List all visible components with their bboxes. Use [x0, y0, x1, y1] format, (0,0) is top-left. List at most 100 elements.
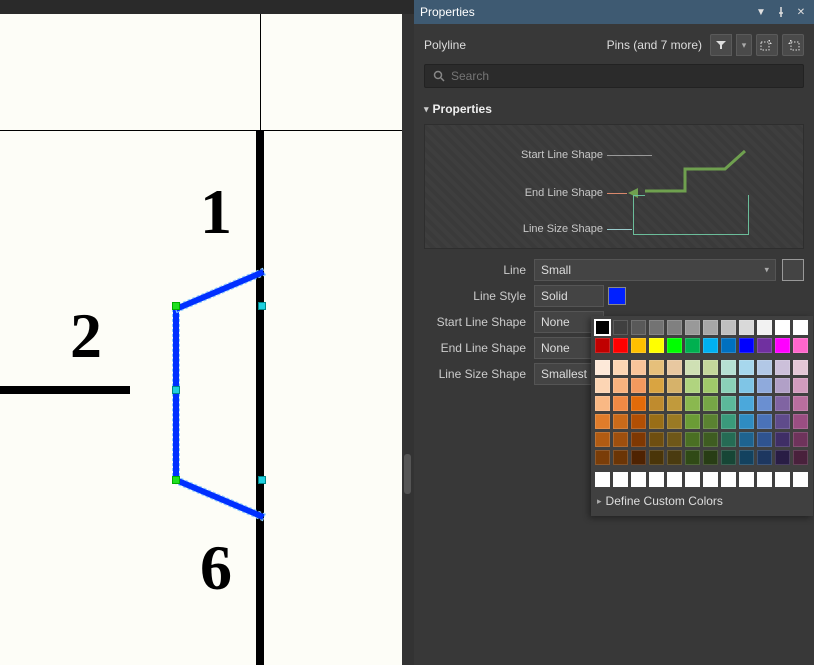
color-cell[interactable] — [793, 338, 808, 353]
canvas-scrollbar[interactable] — [402, 14, 414, 665]
filter-dropdown[interactable]: ▾ — [736, 34, 752, 56]
color-cell[interactable] — [667, 320, 682, 335]
color-cell[interactable] — [793, 378, 808, 393]
color-cell[interactable] — [649, 414, 664, 429]
color-cell[interactable] — [631, 320, 646, 335]
color-cell[interactable] — [775, 472, 790, 487]
color-cell[interactable] — [703, 472, 718, 487]
selected-polyline-diag-top[interactable] — [175, 269, 265, 312]
color-cell[interactable] — [721, 472, 736, 487]
color-cell[interactable] — [613, 414, 628, 429]
midpoint-handle[interactable] — [172, 386, 180, 394]
color-cell[interactable] — [703, 338, 718, 353]
color-cell[interactable] — [793, 320, 808, 335]
color-cell[interactable] — [739, 320, 754, 335]
color-cell[interactable] — [775, 432, 790, 447]
color-cell[interactable] — [793, 414, 808, 429]
color-cell[interactable] — [685, 414, 700, 429]
color-cell[interactable] — [793, 396, 808, 411]
color-cell[interactable] — [775, 360, 790, 375]
color-cell[interactable] — [793, 432, 808, 447]
panel-dropdown-icon[interactable]: ▼ — [754, 5, 768, 19]
color-cell[interactable] — [595, 338, 610, 353]
color-cell[interactable] — [721, 378, 736, 393]
color-cell[interactable] — [721, 414, 736, 429]
color-cell[interactable] — [649, 450, 664, 465]
color-cell[interactable] — [685, 338, 700, 353]
color-cell[interactable] — [721, 360, 736, 375]
selected-polyline-diag-bot[interactable] — [175, 477, 265, 520]
color-cell[interactable] — [667, 414, 682, 429]
color-cell[interactable] — [739, 450, 754, 465]
color-cell[interactable] — [667, 360, 682, 375]
color-cell[interactable] — [739, 432, 754, 447]
color-cell[interactable] — [775, 396, 790, 411]
color-cell[interactable] — [775, 450, 790, 465]
color-cell[interactable] — [757, 450, 772, 465]
select-mode-button-2[interactable] — [782, 34, 804, 56]
color-cell[interactable] — [775, 320, 790, 335]
color-cell[interactable] — [739, 360, 754, 375]
color-cell[interactable] — [613, 338, 628, 353]
color-cell[interactable] — [649, 472, 664, 487]
color-cell[interactable] — [631, 432, 646, 447]
color-cell[interactable] — [631, 472, 646, 487]
color-cell[interactable] — [721, 320, 736, 335]
vertex-handle[interactable] — [172, 302, 180, 310]
line-color-swatch[interactable] — [782, 259, 804, 281]
color-cell[interactable] — [793, 360, 808, 375]
color-cell[interactable] — [757, 338, 772, 353]
color-cell[interactable] — [667, 378, 682, 393]
vertex-handle[interactable] — [172, 476, 180, 484]
color-cell[interactable] — [613, 450, 628, 465]
color-cell[interactable] — [739, 472, 754, 487]
color-cell[interactable] — [649, 378, 664, 393]
color-cell[interactable] — [613, 360, 628, 375]
canvas[interactable]: 1 2 6 — [0, 0, 414, 665]
color-cell[interactable] — [721, 338, 736, 353]
color-cell[interactable] — [685, 396, 700, 411]
color-cell[interactable] — [775, 338, 790, 353]
color-cell[interactable] — [613, 378, 628, 393]
color-cell[interactable] — [685, 360, 700, 375]
color-cell[interactable] — [613, 472, 628, 487]
color-cell[interactable] — [757, 472, 772, 487]
color-cell[interactable] — [739, 338, 754, 353]
color-cell[interactable] — [703, 414, 718, 429]
color-cell[interactable] — [685, 450, 700, 465]
color-cell[interactable] — [739, 378, 754, 393]
color-cell[interactable] — [631, 414, 646, 429]
color-cell[interactable] — [595, 414, 610, 429]
color-cell[interactable] — [775, 414, 790, 429]
panel-titlebar[interactable]: Properties ▼ ✕ — [414, 0, 814, 24]
color-cell[interactable] — [739, 414, 754, 429]
color-cell[interactable] — [667, 396, 682, 411]
color-cell[interactable] — [703, 396, 718, 411]
color-cell[interactable] — [649, 432, 664, 447]
color-cell[interactable] — [775, 378, 790, 393]
color-cell[interactable] — [595, 320, 610, 335]
color-cell[interactable] — [703, 320, 718, 335]
color-cell[interactable] — [703, 450, 718, 465]
color-cell[interactable] — [739, 396, 754, 411]
midpoint-handle[interactable] — [258, 302, 266, 310]
color-cell[interactable] — [613, 432, 628, 447]
color-cell[interactable] — [595, 378, 610, 393]
color-cell[interactable] — [757, 360, 772, 375]
color-cell[interactable] — [649, 396, 664, 411]
color-cell[interactable] — [631, 338, 646, 353]
color-cell[interactable] — [685, 320, 700, 335]
color-cell[interactable] — [631, 396, 646, 411]
define-custom-colors[interactable]: ▸Define Custom Colors — [595, 490, 809, 508]
color-cell[interactable] — [685, 432, 700, 447]
color-cell[interactable] — [757, 414, 772, 429]
color-cell[interactable] — [667, 450, 682, 465]
line-dropdown[interactable]: Small▾ — [534, 259, 776, 281]
color-cell[interactable] — [667, 432, 682, 447]
color-cell[interactable] — [685, 472, 700, 487]
search-input[interactable] — [451, 69, 795, 83]
midpoint-handle[interactable] — [258, 476, 266, 484]
filter-button[interactable] — [710, 34, 732, 56]
color-cell[interactable] — [793, 472, 808, 487]
color-cell[interactable] — [757, 432, 772, 447]
